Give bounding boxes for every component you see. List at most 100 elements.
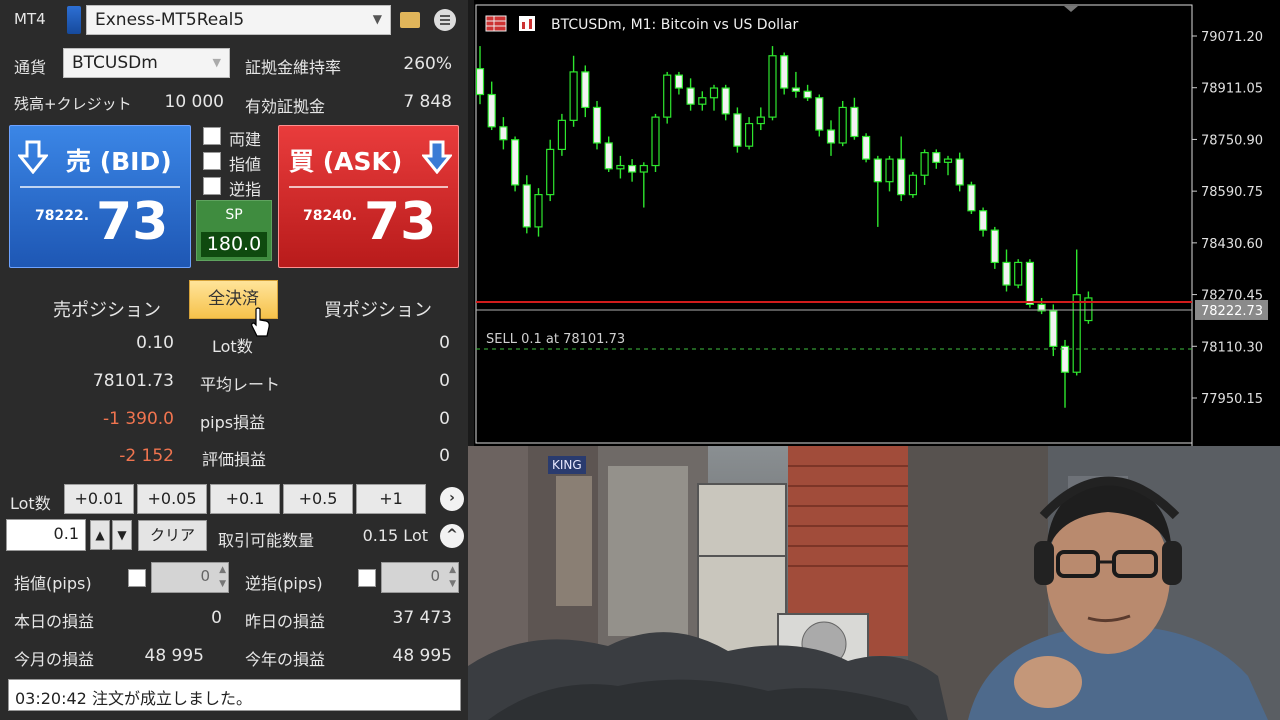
bid-price-pips: 73 [96, 192, 169, 252]
candle [475, 46, 485, 105]
stop-pips-input[interactable]: 0 ▲ ▼ [381, 562, 459, 593]
lots-row-label: Lot数 [212, 337, 253, 356]
lot-add-0-5-button[interactable]: +0.5 [283, 484, 353, 514]
candle [628, 159, 637, 182]
buy-positions-label: 買ポジション [324, 300, 432, 321]
candle [815, 94, 824, 137]
candle [522, 175, 531, 234]
lot-add-0-05-button[interactable]: +0.05 [137, 484, 207, 514]
candle [826, 120, 836, 156]
candle [920, 149, 929, 185]
year-pnl-value: 48 995 [392, 646, 452, 666]
candle [592, 100, 602, 150]
stop-pips-checkbox[interactable] [358, 569, 376, 587]
candle [546, 139, 555, 202]
margin-level-label: 証拠金維持率 [245, 58, 342, 77]
sell-bid-button[interactable]: 売 (BID) 78222. 73 [9, 125, 191, 268]
candle [616, 155, 625, 179]
available-qty-label: 取引可能数量 [218, 531, 315, 550]
candle [967, 181, 976, 214]
sell-valuation-pnl: -2 152 [119, 446, 174, 466]
candle [897, 136, 906, 202]
hedge-checkbox[interactable] [203, 127, 221, 145]
yesterday-pnl-label: 昨日の損益 [245, 612, 326, 631]
lot-add-0-01-button[interactable]: +0.01 [64, 484, 134, 514]
spread-box: SP 180.0 [196, 200, 272, 261]
clear-button[interactable]: クリア [138, 520, 207, 551]
cursor-hand-icon [251, 307, 270, 337]
lot-up-arrow-icon[interactable]: ▲ [90, 520, 110, 550]
available-qty-value: 0.15 Lot [362, 526, 428, 545]
equity-value: 7 848 [403, 92, 452, 112]
spread-value: 180.0 [201, 232, 267, 257]
account-select[interactable]: Exness-MT5Real5 ▼ [86, 5, 391, 35]
y-axis-label: 79071.20 [1201, 30, 1263, 45]
candle [686, 78, 695, 111]
sell-positions-label: 売ポジション [53, 300, 161, 321]
app-title: MT4 [14, 10, 46, 28]
symbol-label: 通貨 [14, 58, 47, 77]
candle [1002, 249, 1011, 292]
today-pnl-label: 本日の損益 [14, 612, 95, 631]
candle [850, 97, 859, 140]
valuation-pnl-label: 評価損益 [202, 450, 267, 469]
candle [581, 65, 590, 118]
candle [1049, 304, 1058, 357]
candle [1037, 297, 1046, 315]
balance-label: 残高+クレジット [14, 95, 132, 113]
margin-level-value: 260% [403, 54, 452, 74]
price-chart[interactable]: BTCUSDm, M1: Bitcoin vs US Dollar 79071.… [474, 0, 1280, 446]
account-color-chip [67, 6, 81, 34]
limit-checkbox[interactable] [203, 152, 221, 170]
candle [663, 71, 672, 124]
y-axis-label: 78911.05 [1201, 82, 1263, 97]
candle [510, 136, 520, 192]
candle [791, 71, 800, 98]
y-axis-label: 78750.90 [1201, 133, 1263, 148]
candle [955, 152, 964, 192]
balance-value: 10 000 [164, 92, 224, 112]
current-price-tag-text: 78222.73 [1201, 304, 1263, 319]
arrow-down-icon [422, 140, 452, 174]
candle [733, 107, 742, 153]
candle [709, 84, 719, 111]
lot-add-1-button[interactable]: +1 [356, 484, 426, 514]
candle [487, 81, 496, 131]
candle [698, 91, 707, 111]
lot-label: Lot数 [10, 494, 51, 513]
chevron-right-icon[interactable]: › [440, 487, 464, 511]
hedge-label: 両建 [229, 130, 262, 149]
folder-icon[interactable] [400, 12, 420, 28]
symbol-select[interactable]: BTCUSDm ▼ [63, 48, 230, 78]
chevron-up-icon[interactable]: ^ [440, 524, 464, 548]
candle [908, 172, 917, 198]
candle [979, 207, 988, 237]
buy-ask-button[interactable]: 買 (ASK) 78240. 73 [278, 125, 459, 268]
buy-valuation-pnl: 0 [439, 446, 450, 466]
chevron-down-icon: ▼ [212, 56, 221, 69]
candle [838, 100, 847, 147]
ask-price-prefix: 78240. [303, 208, 358, 224]
lot-input[interactable]: 0.1 [6, 519, 86, 551]
month-pnl-value: 48 995 [144, 646, 204, 666]
limit-pips-checkbox[interactable] [128, 569, 146, 587]
chart-menu-icon[interactable] [485, 15, 507, 32]
stop-checkbox[interactable] [203, 177, 221, 195]
sell-lots-value: 0.10 [136, 333, 174, 353]
lot-add-0-1-button[interactable]: +0.1 [210, 484, 280, 514]
equity-label: 有効証拠金 [245, 97, 326, 116]
y-axis-label: 78430.60 [1201, 237, 1263, 252]
menu-icon[interactable] [434, 9, 456, 31]
candle [604, 136, 613, 173]
ask-title: 買 (ASK) [289, 147, 403, 176]
candle [885, 155, 894, 192]
shift-marker-icon [1064, 6, 1078, 12]
limit-label: 指値 [229, 155, 262, 174]
sell-order-label: SELL 0.1 at 78101.73 [486, 332, 625, 347]
limit-pips-input[interactable]: 0 ▲ ▼ [151, 562, 229, 593]
candle [1025, 259, 1035, 308]
ask-price-pips: 73 [364, 192, 437, 252]
candle [932, 149, 941, 169]
lot-down-arrow-icon[interactable]: ▼ [112, 520, 132, 550]
month-pnl-label: 今月の損益 [14, 650, 95, 669]
